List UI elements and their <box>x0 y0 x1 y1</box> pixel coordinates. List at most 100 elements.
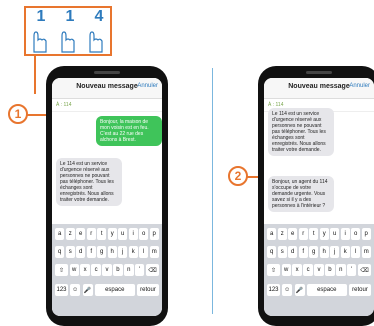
hand-icon <box>61 31 75 53</box>
keyboard-row-3: ⇧ w x c v b n ' ⌫ <box>55 264 159 276</box>
digit-2: 1 <box>65 8 75 25</box>
key[interactable]: p <box>361 228 371 240</box>
key[interactable]: e <box>288 228 298 240</box>
microphone-key-icon[interactable]: 🎤 <box>82 284 93 296</box>
key[interactable]: u <box>330 228 340 240</box>
digit-1: 1 <box>36 8 46 25</box>
key[interactable]: n <box>336 264 346 276</box>
service-message-bubble: Le 114 est un service d'urgence réservé … <box>56 158 122 206</box>
key[interactable]: c <box>91 264 101 276</box>
numbers-key[interactable]: 123 <box>267 284 280 296</box>
cancel-button[interactable]: Annuler <box>137 83 158 89</box>
key[interactable]: q <box>267 246 277 258</box>
divider-line <box>212 68 213 314</box>
keyboard-row-4: 123 ☺ 🎤 espace retour <box>267 284 371 296</box>
delete-key-icon[interactable]: ⌫ <box>357 264 371 276</box>
right-phone-screen: Nouveau message Annuler À : 114 Le 114 e… <box>264 78 374 316</box>
return-key[interactable]: retour <box>349 284 371 296</box>
key[interactable]: r <box>86 228 96 240</box>
delete-key-icon[interactable]: ⌫ <box>145 264 159 276</box>
key[interactable]: v <box>314 264 324 276</box>
emoji-key-icon[interactable]: ☺ <box>282 284 293 296</box>
recipient-field[interactable]: À : 114 <box>52 99 162 112</box>
key[interactable]: z <box>277 228 287 240</box>
keyboard-row-3: ⇧ w x c v b n ' ⌫ <box>267 264 371 276</box>
key[interactable]: ' <box>347 264 357 276</box>
key[interactable]: y <box>319 228 329 240</box>
user-message-bubble: Bonjour, la maison de mon voisin est en … <box>96 116 162 146</box>
key[interactable]: k <box>128 246 138 258</box>
key[interactable]: j <box>330 246 340 258</box>
key[interactable]: n <box>124 264 134 276</box>
right-phone: Nouveau message Annuler À : 114 Le 114 e… <box>258 66 374 326</box>
key[interactable]: t <box>97 228 107 240</box>
key[interactable]: p <box>149 228 159 240</box>
key[interactable]: b <box>325 264 335 276</box>
keypad-digits: 1 1 4 <box>30 8 110 26</box>
key[interactable]: v <box>102 264 112 276</box>
key[interactable]: m <box>361 246 371 258</box>
emoji-key-icon[interactable]: ☺ <box>70 284 81 296</box>
key[interactable]: t <box>309 228 319 240</box>
keyboard-row-1: a z e r t y u i o p <box>267 228 371 240</box>
key[interactable]: d <box>76 246 86 258</box>
key[interactable]: d <box>288 246 298 258</box>
key[interactable]: h <box>319 246 329 258</box>
left-phone-screen: Nouveau message Annuler À : 114 Bonjour,… <box>52 78 162 316</box>
key[interactable]: x <box>80 264 90 276</box>
space-key[interactable]: espace <box>306 284 347 296</box>
key[interactable]: c <box>303 264 313 276</box>
shift-key-icon[interactable]: ⇧ <box>267 264 280 276</box>
key[interactable]: s <box>65 246 75 258</box>
hand-icon <box>89 31 103 53</box>
key[interactable]: s <box>277 246 287 258</box>
tapping-hand-icons <box>33 31 103 53</box>
key[interactable]: l <box>139 246 149 258</box>
key[interactable]: i <box>340 228 350 240</box>
keyboard-row-1: a z e r t y u i o p <box>55 228 159 240</box>
keyboard-row-2: q s d f g h j k l m <box>267 246 371 258</box>
microphone-key-icon[interactable]: 🎤 <box>294 284 305 296</box>
key[interactable]: u <box>118 228 128 240</box>
cancel-button[interactable]: Annuler <box>349 83 370 89</box>
key[interactable]: f <box>86 246 96 258</box>
message-header: Nouveau message Annuler <box>264 78 374 99</box>
key[interactable]: o <box>139 228 149 240</box>
step-2-marker: 2 <box>228 166 248 186</box>
keyboard: a z e r t y u i o p q s d f g h j k l m … <box>52 224 162 316</box>
key[interactable]: r <box>298 228 308 240</box>
numbers-key[interactable]: 123 <box>55 284 68 296</box>
key[interactable]: l <box>351 246 361 258</box>
key[interactable]: h <box>107 246 117 258</box>
key[interactable]: k <box>340 246 350 258</box>
key[interactable]: a <box>267 228 277 240</box>
key[interactable]: m <box>149 246 159 258</box>
key[interactable]: g <box>309 246 319 258</box>
step-1-marker: 1 <box>8 104 28 124</box>
key[interactable]: e <box>76 228 86 240</box>
keyboard-row-4: 123 ☺ 🎤 espace retour <box>55 284 159 296</box>
key[interactable]: w <box>281 264 291 276</box>
callout-connector <box>34 56 36 94</box>
key[interactable]: i <box>128 228 138 240</box>
step1-connector <box>26 114 48 116</box>
return-key[interactable]: retour <box>137 284 159 296</box>
key[interactable]: z <box>65 228 75 240</box>
space-key[interactable]: espace <box>94 284 135 296</box>
key[interactable]: y <box>107 228 117 240</box>
digit-3: 4 <box>94 8 104 25</box>
key[interactable]: f <box>298 246 308 258</box>
key[interactable]: w <box>69 264 79 276</box>
key[interactable]: g <box>97 246 107 258</box>
key[interactable]: ' <box>135 264 145 276</box>
keyboard-row-2: q s d f g h j k l m <box>55 246 159 258</box>
hand-icon <box>33 31 47 53</box>
shift-key-icon[interactable]: ⇧ <box>55 264 68 276</box>
key[interactable]: b <box>113 264 123 276</box>
left-phone: Nouveau message Annuler À : 114 Bonjour,… <box>46 66 168 326</box>
key[interactable]: x <box>292 264 302 276</box>
key[interactable]: j <box>118 246 128 258</box>
key[interactable]: q <box>55 246 65 258</box>
key[interactable]: a <box>55 228 65 240</box>
key[interactable]: o <box>351 228 361 240</box>
